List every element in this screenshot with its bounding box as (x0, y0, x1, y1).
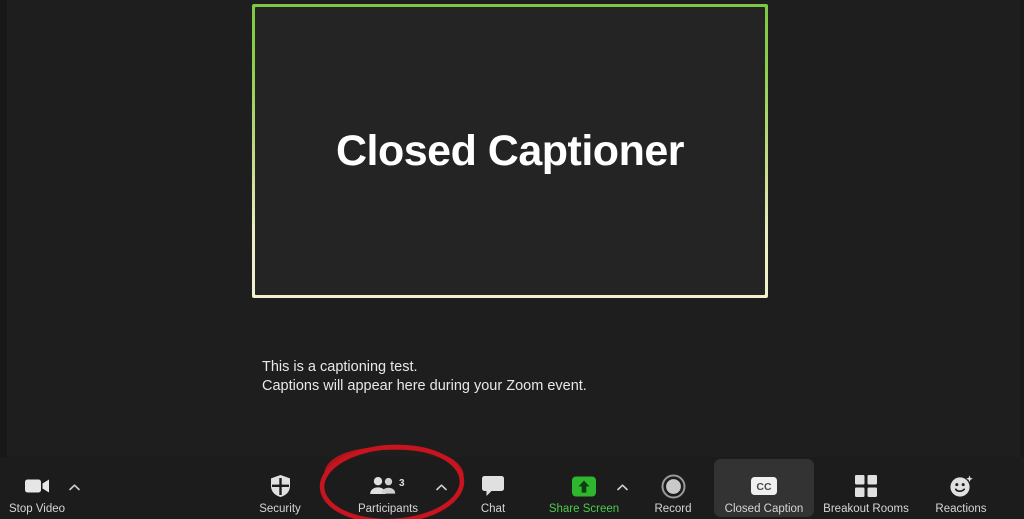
toolbar-label-closed-caption: Closed Caption (724, 503, 804, 515)
toolbar-label-reactions: Reactions (935, 503, 987, 515)
toolbar-button-chat[interactable]: Chat (470, 465, 516, 515)
caption-line-2: Captions will appear here during your Zo… (262, 378, 587, 394)
toolbar-button-stop-video[interactable]: Stop Video (8, 465, 66, 515)
active-speaker-tile[interactable]: Closed Captioner (252, 4, 768, 298)
shield-icon (270, 473, 291, 499)
stop-video-options-caret-icon[interactable] (68, 481, 80, 493)
active-speaker-highlight-border: Closed Captioner (252, 4, 768, 298)
share-screen-options-caret-icon[interactable] (616, 481, 628, 493)
people-icon: 3 (369, 473, 407, 499)
toolbar-label-breakout-rooms: Breakout Rooms (823, 503, 909, 515)
toolbar-button-reactions[interactable]: Reactions (928, 465, 994, 515)
record-circle-icon (661, 473, 686, 499)
participants-options-caret-icon[interactable] (435, 481, 447, 493)
smiley-sparkle-icon (949, 473, 974, 499)
toolbar-label-security: Security (259, 503, 301, 515)
video-feed-area: Closed Captioner (255, 7, 765, 295)
closed-caption-text: This is a captioning test. Captions will… (262, 358, 902, 396)
toolbar-label-chat: Chat (480, 503, 506, 515)
toolbar-button-record[interactable]: Record (647, 465, 699, 515)
window-right-edge (1020, 0, 1024, 519)
zoom-meeting-window: Closed Captioner This is a captioning te… (0, 0, 1024, 519)
grid-squares-icon (854, 473, 878, 499)
toolbar-button-share-screen[interactable]: Share Screen (544, 465, 624, 515)
toolbar-button-closed-caption[interactable]: CC Closed Caption (714, 465, 814, 515)
svg-text:CC: CC (756, 481, 772, 493)
toolbar-button-participants[interactable]: 3 Participants (352, 465, 424, 515)
caption-line-1: This is a captioning test. (262, 359, 418, 375)
toolbar-button-security[interactable]: Security (252, 465, 308, 515)
participants-count-badge: 3 (399, 478, 405, 489)
window-left-edge (0, 0, 7, 519)
speech-bubble-icon (481, 473, 505, 499)
toolbar-label-participants: Participants (357, 503, 419, 515)
participant-name-label: Closed Captioner (336, 126, 685, 175)
meeting-toolbar: Stop Video Security 3 Participants Chat … (0, 457, 1024, 519)
share-arrow-icon (569, 473, 599, 499)
toolbar-label-share-screen: Share Screen (548, 503, 620, 515)
video-camera-icon (24, 473, 50, 499)
toolbar-label-record: Record (654, 503, 692, 515)
toolbar-label-stop-video: Stop Video (8, 503, 66, 515)
cc-badge-icon: CC (749, 473, 779, 499)
toolbar-button-breakout-rooms[interactable]: Breakout Rooms (818, 465, 914, 515)
